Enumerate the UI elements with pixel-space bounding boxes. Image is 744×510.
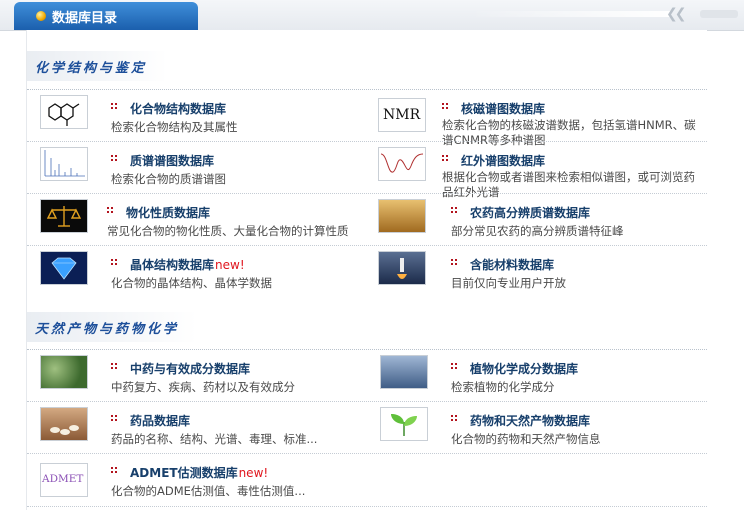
- db-desc: 目前仅向专业用户开放: [451, 276, 566, 290]
- db-entry-compound-structure[interactable]: 化合物结构数据库 检索化合物结构及其属性: [27, 90, 367, 140]
- new-badge: new!: [215, 258, 245, 272]
- db-name[interactable]: 晶体结构数据库new!: [130, 256, 245, 273]
- db-desc: 检索植物的化学成分: [451, 380, 555, 394]
- db-name[interactable]: 红外谱图数据库: [461, 152, 545, 169]
- red-bullet-icon: [111, 415, 117, 421]
- db-entry-pesticide[interactable]: 农药高分辨质谱数据库 部分常见农药的高分辨质谱特征峰: [367, 194, 707, 244]
- db-name[interactable]: 药物和天然产物数据库: [470, 412, 590, 429]
- nmr-label: NMR: [383, 107, 421, 123]
- db-entry-admet[interactable]: ADMET ADMET估测数据库new! 化合物的ADME估测值、毒性估测值..…: [27, 454, 367, 504]
- db-name[interactable]: 植物化学成分数据库: [470, 360, 578, 377]
- sprout-icon: [380, 407, 428, 441]
- herb-plant-icon: [40, 355, 88, 389]
- new-badge: new!: [238, 466, 269, 480]
- red-bullet-icon: [111, 467, 117, 473]
- red-bullet-icon: [451, 363, 457, 369]
- red-bullet-icon: [111, 103, 117, 109]
- db-name-text: ADMET估测数据库: [130, 466, 238, 480]
- red-bullet-icon: [111, 155, 117, 161]
- db-entry-drug[interactable]: 药品数据库 药品的名称、结构、光谱、毒理、标准...: [27, 402, 367, 452]
- db-entry-drug-natural[interactable]: 药物和天然产物数据库 化合物的药物和天然产物信息: [367, 402, 707, 452]
- nmr-icon: NMR: [378, 98, 426, 132]
- header-stripe: [470, 11, 670, 17]
- red-bullet-icon: [451, 207, 457, 213]
- db-entry-energetic[interactable]: 含能材料数据库 目前仅向专业用户开放: [367, 246, 707, 296]
- red-bullet-icon: [442, 103, 448, 109]
- db-entry-tcm[interactable]: 中药与有效成分数据库 中药复方、疾病、药材以及有效成分: [27, 350, 367, 400]
- section-title: 化学结构与鉴定: [35, 61, 148, 76]
- db-name[interactable]: 质谱谱图数据库: [130, 152, 214, 169]
- page-header: 数据库目录 ❮❮: [0, 0, 744, 31]
- pill-bottle-icon: [40, 407, 88, 441]
- database-directory: 化学结构与鉴定 化合物结构数据库 检索化合物结构及其属性 NMR 核磁谱图数据库…: [26, 30, 707, 510]
- section-banner-structure: 化学结构与鉴定: [27, 51, 167, 81]
- plant-tree-icon: [380, 355, 428, 389]
- pesticide-field-icon: [378, 199, 426, 233]
- rocket-launch-icon: [378, 251, 426, 285]
- infrared-spectrum-icon: [378, 147, 426, 181]
- mass-spectrum-icon: [40, 147, 88, 181]
- row-divider: [27, 506, 707, 507]
- db-name[interactable]: 物化性质数据库: [126, 204, 210, 221]
- db-desc: 检索化合物结构及其属性: [111, 120, 238, 134]
- db-entry-infrared[interactable]: 红外谱图数据库 根据化合物或者谱图来检索相似谱图，或可浏览药品红外光谱: [367, 142, 707, 199]
- red-bullet-icon: [107, 207, 113, 213]
- db-desc: 中药复方、疾病、药材以及有效成分: [111, 380, 295, 394]
- red-bullet-icon: [442, 155, 448, 161]
- db-desc: 化合物的药物和天然产物信息: [451, 432, 601, 446]
- chemical-structure-icon: [40, 95, 88, 129]
- db-desc: 化合物的ADME估测值、毒性估测值...: [111, 484, 306, 498]
- db-name[interactable]: 农药高分辨质谱数据库: [470, 204, 590, 221]
- crystal-diamond-icon: [40, 251, 88, 285]
- db-name[interactable]: 中药与有效成分数据库: [130, 360, 250, 377]
- admet-icon: ADMET: [40, 463, 88, 497]
- db-name-text: 晶体结构数据库: [130, 258, 215, 272]
- db-entry-physchem[interactable]: 物化性质数据库 常见化合物的物化性质、大量化合物的计算性质: [27, 194, 367, 244]
- directory-tab[interactable]: 数据库目录: [14, 2, 198, 30]
- red-bullet-icon: [451, 415, 457, 421]
- section-title: 天然产物与药物化学: [35, 322, 180, 337]
- db-desc: 常见化合物的物化性质、大量化合物的计算性质: [107, 224, 349, 238]
- red-bullet-icon: [451, 259, 457, 265]
- db-name[interactable]: 核磁谱图数据库: [461, 100, 545, 117]
- red-bullet-icon: [111, 363, 117, 369]
- db-name[interactable]: ADMET估测数据库new!: [130, 464, 268, 481]
- red-bullet-icon: [111, 259, 117, 265]
- db-entry-phytochem[interactable]: 植物化学成分数据库 检索植物的化学成分: [367, 350, 707, 400]
- balance-scale-icon: [40, 199, 88, 233]
- header-end-bar: [700, 10, 738, 18]
- directory-title: 数据库目录: [52, 11, 118, 26]
- db-entry-mass-spectrum[interactable]: 质谱谱图数据库 检索化合物的质谱谱图: [27, 142, 367, 192]
- admet-label: ADMET: [42, 473, 84, 485]
- db-name[interactable]: 药品数据库: [130, 412, 190, 429]
- db-entry-crystal[interactable]: 晶体结构数据库new! 化合物的晶体结构、晶体学数据: [27, 246, 367, 296]
- db-desc: 部分常见农药的高分辨质谱特征峰: [451, 224, 624, 238]
- db-desc: 化合物的晶体结构、晶体学数据: [111, 276, 272, 290]
- bullet-orb-icon: [36, 11, 46, 21]
- section-banner-natural: 天然产物与药物化学: [27, 312, 197, 342]
- double-chevron-left-icon[interactable]: ❮❮: [666, 6, 687, 22]
- db-name[interactable]: 含能材料数据库: [470, 256, 554, 273]
- db-desc: 检索化合物的质谱谱图: [111, 172, 226, 186]
- db-entry-nmr[interactable]: NMR 核磁谱图数据库 检索化合物的核磁波谱数据，包括氢谱HNMR、碳谱CNMR…: [367, 90, 707, 147]
- db-name[interactable]: 化合物结构数据库: [130, 100, 226, 117]
- db-desc: 药品的名称、结构、光谱、毒理、标准...: [111, 432, 318, 446]
